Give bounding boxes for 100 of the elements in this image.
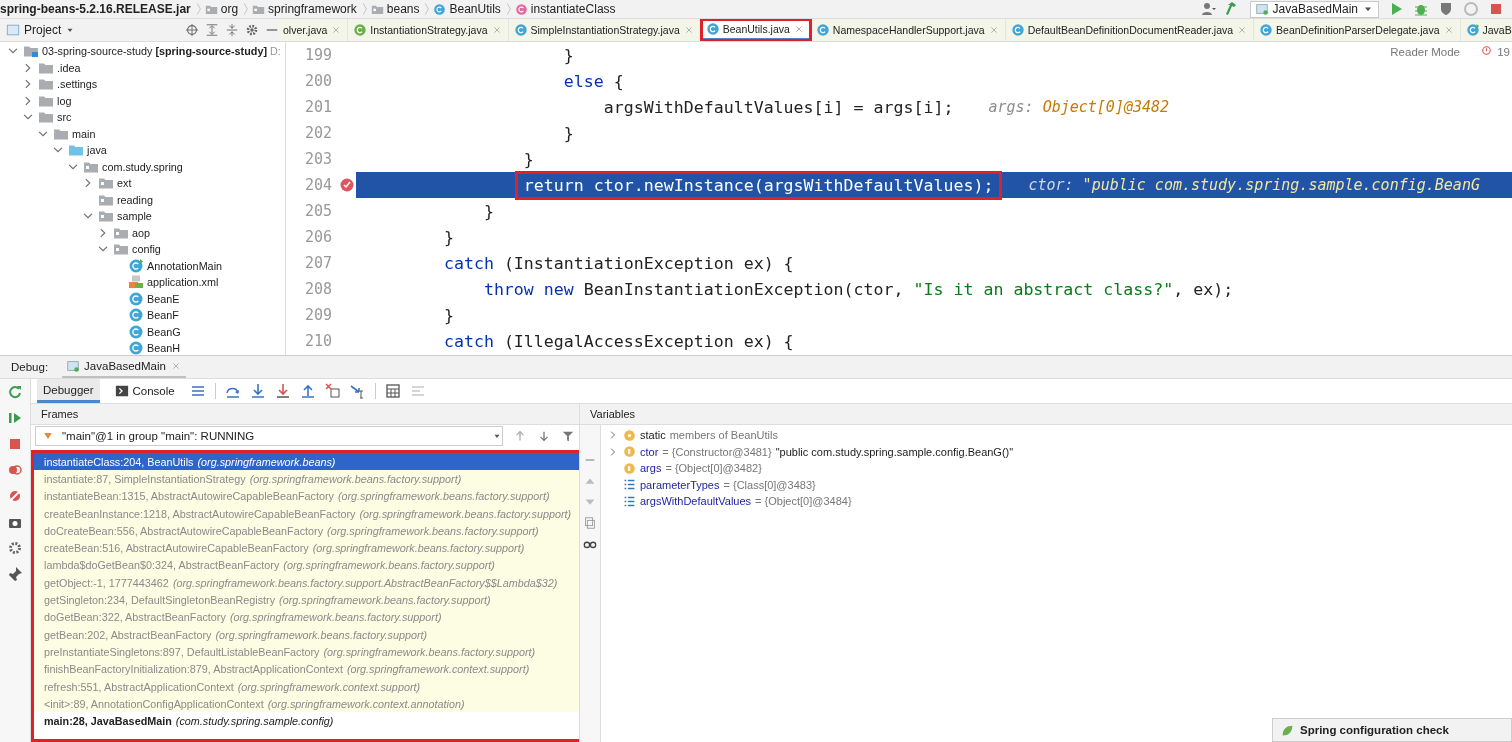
variable-name: parameterTypes: [640, 478, 720, 491]
step-out-icon[interactable]: [299, 383, 316, 399]
editor-tab[interactable]: BeanUtils.java: [700, 19, 811, 41]
tree-item[interactable]: BeanG: [147, 325, 181, 338]
copy-icon[interactable]: [583, 516, 597, 530]
variable-value: members of BeanUtils: [669, 429, 778, 442]
breadcrumb[interactable]: BeanUtils: [433, 2, 501, 16]
stack-frame[interactable]: doCreateBean:556, AbstractAutowireCapableBeanFactory (org.springframework.beans.factory.support): [34, 522, 579, 540]
breakpoints-icon[interactable]: [7, 462, 23, 478]
class-icon: [513, 23, 528, 37]
line-number: 201: [303, 98, 333, 116]
file-path: D:: [270, 45, 281, 58]
run-configuration-dropdown[interactable]: JavaBasedMain: [1249, 0, 1379, 18]
mute-breakpoints-icon[interactable]: [7, 488, 23, 504]
thread-dropdown[interactable]: "main"@1 in group "main": RUNNING: [35, 426, 503, 446]
calculator-icon[interactable]: [384, 383, 401, 399]
debugger-tab[interactable]: Console: [108, 379, 181, 403]
resume-icon[interactable]: [7, 410, 23, 426]
code-line: }: [522, 148, 535, 171]
editor-tab[interactable]: DefaultBeanDefinitionDocumentReader.java: [1005, 19, 1255, 41]
debugger-tab[interactable]: Debugger: [37, 379, 100, 403]
arrow-up-icon[interactable]: [513, 429, 527, 443]
code-line: argsWithDefaultValues[i] = args[i];: [602, 96, 955, 119]
stack-frame[interactable]: createBean:516, AbstractAutowireCapableBeanFactory (org.springframework.beans.factory.support): [34, 539, 579, 557]
line-number: 209: [303, 306, 333, 324]
breadcrumb[interactable]: org: [204, 2, 239, 16]
tree-item[interactable]: com.study.spring: [102, 160, 183, 173]
tree-item[interactable]: java: [87, 144, 107, 157]
class-icon: [433, 2, 447, 16]
breadcrumb[interactable]: beans: [370, 2, 420, 16]
locate-icon[interactable]: [185, 23, 199, 37]
xml-file-icon: [128, 274, 144, 291]
tree-item[interactable]: src: [57, 111, 72, 124]
collapse-all-icon[interactable]: [225, 23, 239, 37]
expand-all-icon[interactable]: [205, 23, 219, 37]
stop-icon[interactable]: [7, 436, 23, 452]
inline-value-hint: args: Object[0]@3482: [988, 98, 1170, 116]
tree-item[interactable]: config: [132, 243, 161, 256]
editor-tab[interactable]: JavaB: [1460, 19, 1512, 41]
drop-frame-icon[interactable]: [324, 383, 341, 399]
tree-item[interactable]: .idea: [57, 61, 81, 74]
tree-item[interactable]: main: [72, 127, 96, 140]
editor-tab[interactable]: BeanDefinitionParserDelegate.java: [1254, 19, 1461, 41]
problems-indicator[interactable]: 19: [1482, 46, 1510, 58]
pin-icon[interactable]: [7, 566, 23, 582]
line-number: 200: [303, 72, 333, 90]
shield-icon[interactable]: [1438, 1, 1454, 17]
tree-item[interactable]: BeanH: [147, 342, 180, 355]
rerun-icon[interactable]: [7, 384, 23, 400]
tree-item[interactable]: sample: [117, 210, 152, 223]
class-icon: [1259, 23, 1274, 37]
stop-icon[interactable]: [1488, 1, 1504, 17]
editor-tab[interactable]: NamespaceHandlerSupport.java: [810, 19, 1006, 41]
reader-mode-link[interactable]: Reader Mode: [1390, 46, 1460, 58]
application-icon: [66, 359, 81, 373]
static-member-icon: [623, 428, 636, 442]
force-step-into-icon[interactable]: [274, 383, 291, 399]
session-tab[interactable]: JavaBasedMain: [62, 356, 186, 378]
stack-frame[interactable]: getSingleton:234, DefaultSingletonBeanRegistry (org.springframework.beans.factory.support): [34, 591, 579, 609]
class-icon: [128, 340, 144, 355]
breadcrumb[interactable]: instantiateClass: [514, 2, 616, 16]
code-line: }: [442, 304, 455, 327]
settings-icon[interactable]: [245, 23, 259, 37]
tree-item[interactable]: log: [57, 94, 72, 107]
tree-item[interactable]: aop: [132, 226, 150, 239]
stack-frame[interactable]: instantiate:87, SimpleInstantiationStrategy (org.springframework.beans.factory.support): [34, 470, 579, 488]
code-line: }: [562, 44, 575, 67]
breadcrumb[interactable]: springframework: [252, 2, 357, 16]
editor-tab[interactable]: olver.java: [278, 19, 349, 41]
class-icon: [128, 307, 144, 324]
line-number: 202: [303, 124, 333, 142]
tree-item[interactable]: 03-spring-source-study [spring-source-study]: [42, 45, 267, 58]
filter-icon[interactable]: [561, 429, 575, 443]
breadcrumb[interactable]: spring-beans-5.2.16.RELEASE.jar: [0, 2, 191, 16]
breakpoint-icon[interactable]: [339, 177, 355, 193]
variable-name: argsWithDefaultValues: [640, 495, 752, 508]
variable-name: static: [640, 429, 666, 442]
leaf-icon: [1281, 723, 1294, 737]
tree-item[interactable]: BeanE: [147, 292, 180, 305]
tree-item[interactable]: BeanF: [147, 309, 179, 322]
notification-balloon[interactable]: Spring configuration check: [1272, 718, 1512, 742]
variable-value: = {Constructor@3481}: [662, 445, 772, 458]
chevron-icon: [241, 1, 250, 17]
stack-frame[interactable]: instantiateClass:204, BeanUtils (org.springframework.beans): [34, 453, 579, 471]
arrow-down-icon[interactable]: [537, 429, 551, 443]
run-to-cursor-icon[interactable]: [349, 383, 366, 399]
stack-frame[interactable]: <init>:89, AnnotationConfigApplicationContext (org.springframework.context.annotation): [34, 695, 579, 713]
tree-item[interactable]: application.xml: [147, 276, 219, 289]
settings-icon[interactable]: [7, 540, 23, 556]
tree-item[interactable]: AnnotationMain: [147, 259, 223, 272]
line-number: 210: [303, 332, 333, 350]
project-view-selector[interactable]: Project: [6, 23, 76, 37]
stack-frame[interactable]: getObject:-1, 1777443462 (org.springframework.beans.factory.support.AbstractBeanFactory$$Lambda$32): [34, 574, 579, 592]
editor-tab[interactable]: InstantiationStrategy.java: [348, 19, 509, 41]
stack-frame[interactable]: preInstantiateSingletons:897, DefaultListableBeanFactory (org.springframework.beans.factory.support): [34, 643, 579, 661]
tree-item[interactable]: .settings: [57, 78, 98, 91]
tree-item[interactable]: reading: [117, 193, 154, 206]
menu-icon[interactable]: [189, 383, 206, 399]
tree-item[interactable]: ext: [117, 177, 132, 190]
step-into-icon[interactable]: [249, 383, 266, 399]
